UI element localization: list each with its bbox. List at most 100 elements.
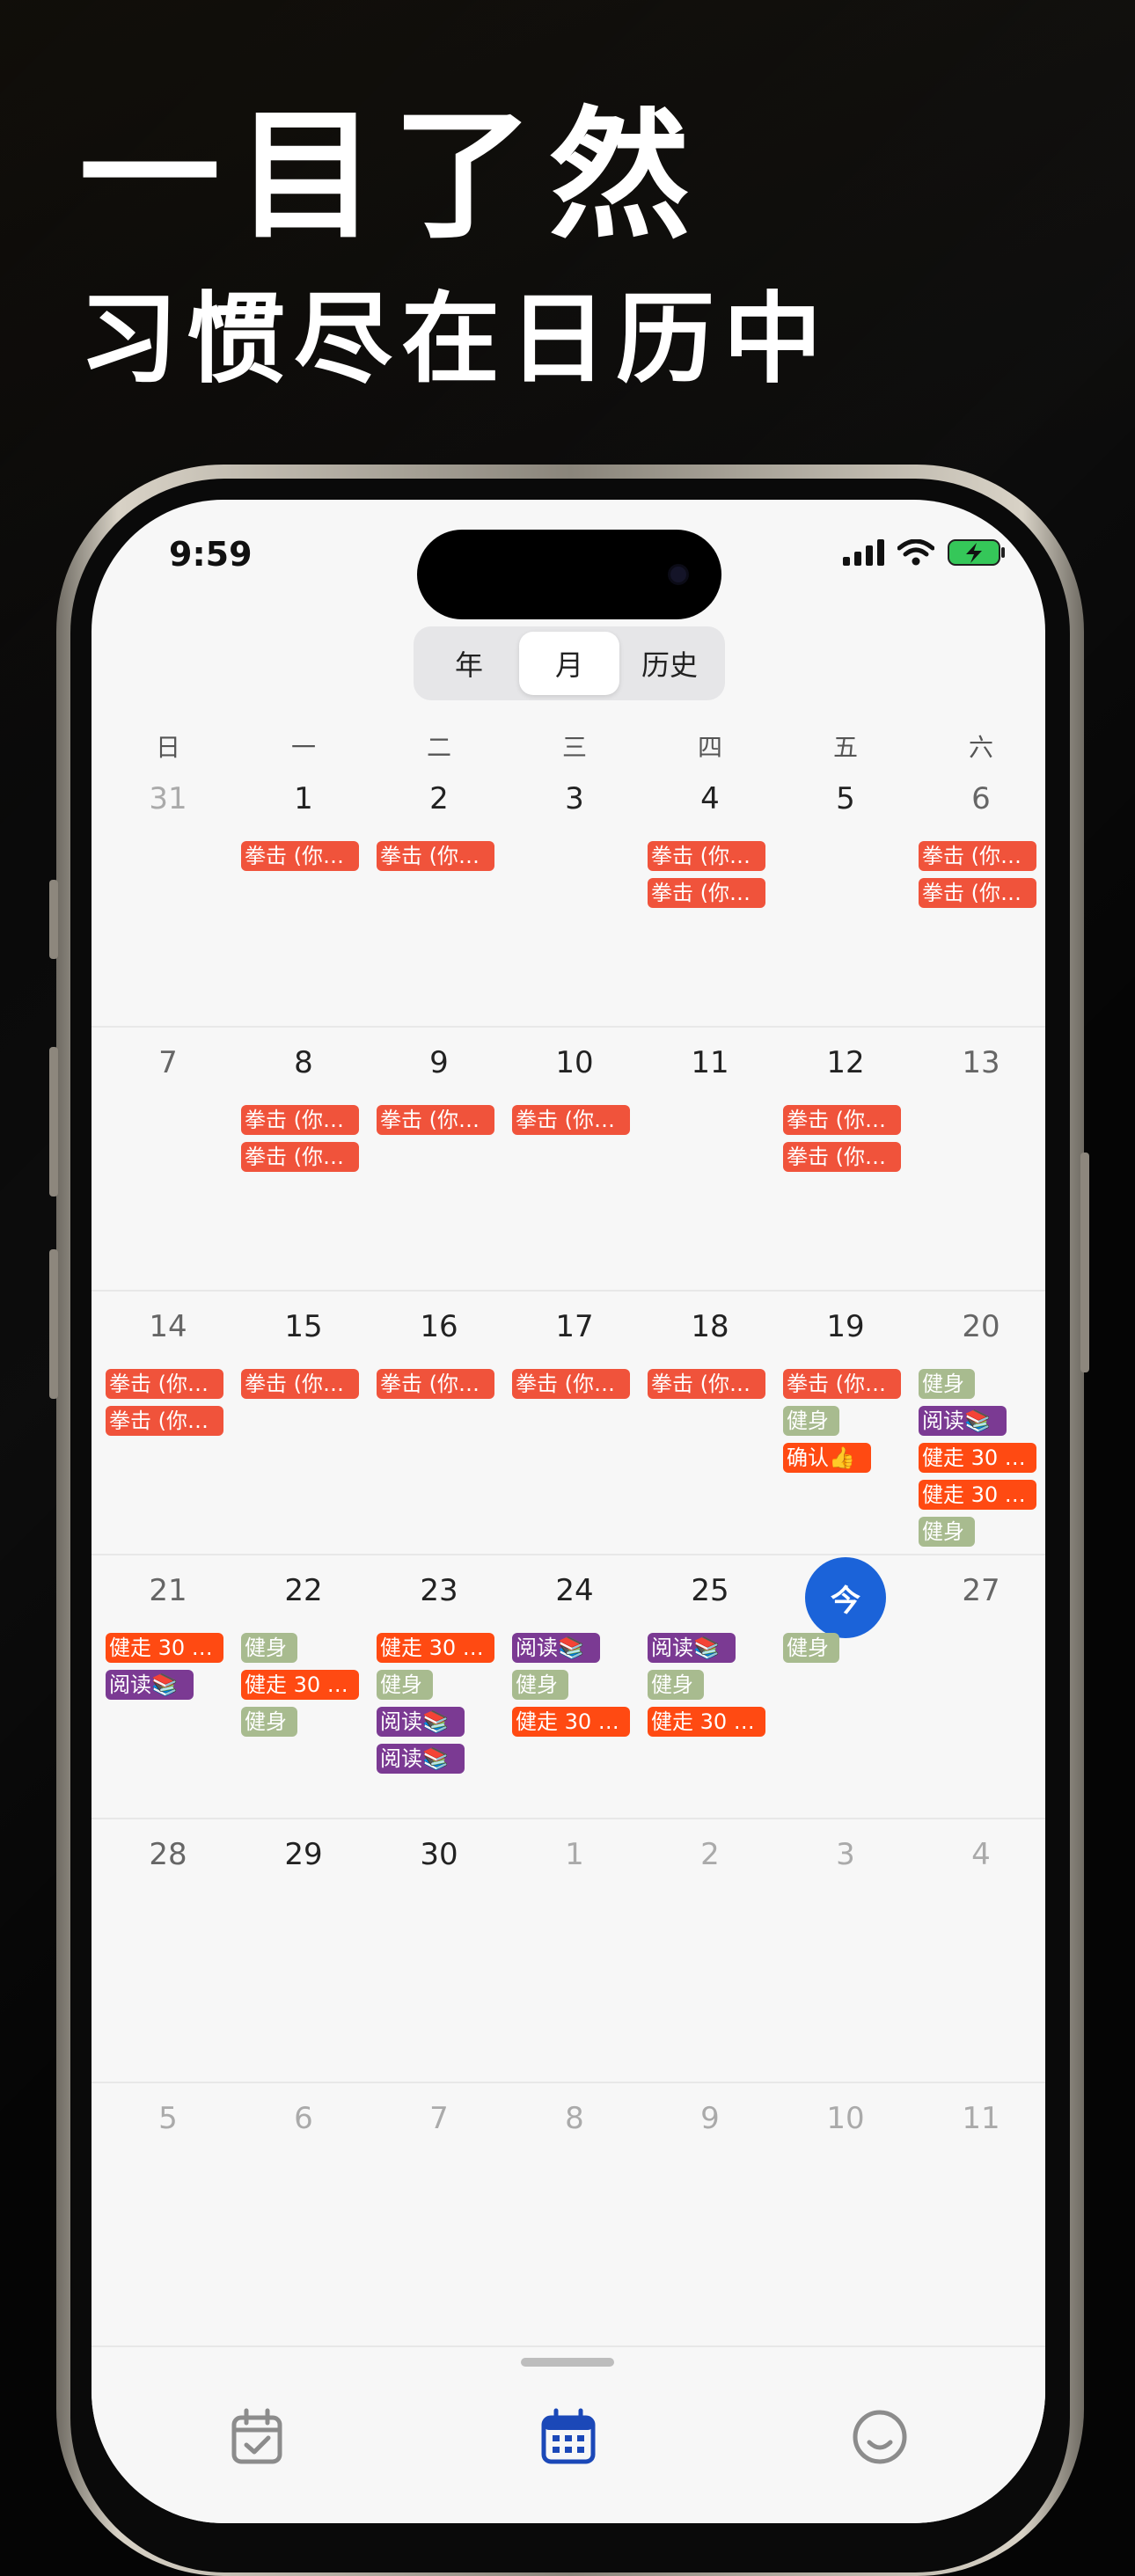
- status-icons: [843, 538, 1007, 567]
- habit-event-chip[interactable]: 拳击 (你…: [648, 878, 765, 908]
- habit-event-chip[interactable]: 阅读📚: [377, 1707, 465, 1737]
- habit-event-chip[interactable]: 拳击 (你…: [919, 841, 1036, 871]
- calendar-day-cell[interactable]: 9: [642, 2083, 778, 2347]
- habit-event-chip[interactable]: 拳击 (你…: [241, 841, 359, 871]
- segment-month[interactable]: 月: [519, 632, 619, 695]
- calendar-day-cell[interactable]: 9 拳击 (你…: [371, 1028, 507, 1292]
- calendar-day-cell[interactable]: 18 拳击 (你…: [642, 1292, 778, 1555]
- calendar-day-cell[interactable]: 31: [100, 764, 236, 1028]
- habit-event-chip[interactable]: 阅读📚: [512, 1633, 600, 1663]
- calendar-day-cell[interactable]: 3: [778, 1819, 913, 2083]
- calendar-day-cell[interactable]: 8 拳击 (你… 拳击 (你…: [236, 1028, 371, 1292]
- segment-history[interactable]: 历史: [619, 632, 720, 695]
- calendar-day-cell[interactable]: 15 拳击 (你…: [236, 1292, 371, 1555]
- habit-event-chip[interactable]: 拳击 (你…: [241, 1369, 359, 1399]
- calendar-day-cell[interactable]: 5: [100, 2083, 236, 2347]
- habit-event-chip[interactable]: 拳击 (你…: [783, 1369, 901, 1399]
- habit-event-chip[interactable]: 拳击 (你…: [377, 841, 494, 871]
- habit-event-chip[interactable]: 拳击 (你…: [377, 1369, 494, 1399]
- habit-event-chip[interactable]: 健身: [783, 1633, 839, 1663]
- calendar-day-cell[interactable]: 1 拳击 (你…: [236, 764, 371, 1028]
- habit-event-chip[interactable]: 阅读📚: [377, 1744, 465, 1774]
- calendar-day-cell[interactable]: 11: [642, 1028, 778, 1292]
- smiley-face-icon: [853, 2410, 907, 2464]
- habit-event-chip[interactable]: 阅读📚: [919, 1406, 1007, 1436]
- day-number: 19: [826, 1309, 865, 1344]
- calendar-day-cell[interactable]: 8: [507, 2083, 642, 2347]
- habit-event-chip[interactable]: 阅读📚: [648, 1633, 736, 1663]
- habit-event-chip[interactable]: 健身: [241, 1707, 297, 1737]
- habit-event-chip[interactable]: 健走 30 …: [106, 1633, 223, 1663]
- habit-event-chip[interactable]: 健走 30 …: [919, 1480, 1036, 1510]
- calendar-day-cell[interactable]: 2: [642, 1819, 778, 2083]
- habit-event-chip[interactable]: 健身: [919, 1369, 975, 1399]
- habit-event-chip[interactable]: 拳击 (你…: [919, 878, 1036, 908]
- calendar-day-cell[interactable]: 5: [778, 764, 913, 1028]
- calendar-day-cell[interactable]: 6 拳击 (你… 拳击 (你…: [913, 764, 1045, 1028]
- phone-side-button: [49, 880, 58, 959]
- habit-event-chip[interactable]: 拳击 (你…: [648, 1369, 765, 1399]
- calendar-day-cell[interactable]: 21 健走 30 … 阅读📚: [100, 1555, 236, 1819]
- habit-event-chip[interactable]: 健走 30 …: [377, 1633, 494, 1663]
- calendar-day-cell[interactable]: 25 阅读📚 健身 健走 30 …: [642, 1555, 778, 1819]
- day-number: 8: [565, 2101, 584, 2136]
- calendar-day-cell[interactable]: 2 拳击 (你…: [371, 764, 507, 1028]
- calendar-day-cell[interactable]: 7: [100, 1028, 236, 1292]
- calendar-day-cell[interactable]: 13: [913, 1028, 1045, 1292]
- habit-event-chip[interactable]: 拳击 (你…: [106, 1369, 223, 1399]
- calendar-day-cell[interactable]: 24 阅读📚 健身 健走 30 …: [507, 1555, 642, 1819]
- habit-event-chip[interactable]: 健走 30 …: [648, 1707, 765, 1737]
- calendar-day-cell[interactable]: 27: [913, 1555, 1045, 1819]
- calendar-day-cell[interactable]: 20 健身 阅读📚 健走 30 … 健走 30 … 健身: [913, 1292, 1045, 1555]
- habit-event-chip[interactable]: 健身: [512, 1670, 568, 1700]
- habit-event-chip[interactable]: 拳击 (你…: [241, 1142, 359, 1172]
- habit-event-chip[interactable]: 健身: [377, 1670, 433, 1700]
- habit-event-chip[interactable]: 拳击 (你…: [512, 1369, 630, 1399]
- promo-subline: 习惯尽在日历中: [79, 282, 831, 397]
- calendar-day-cell[interactable]: 10 拳击 (你…: [507, 1028, 642, 1292]
- calendar-day-cell[interactable]: 7: [371, 2083, 507, 2347]
- calendar-day-cell[interactable]: 17 拳击 (你…: [507, 1292, 642, 1555]
- habit-event-chip[interactable]: 健身: [648, 1670, 704, 1700]
- calendar-day-cell[interactable]: 30: [371, 1819, 507, 2083]
- habit-event-chip[interactable]: 阅读📚: [106, 1670, 194, 1700]
- calendar-day-cell[interactable]: 28: [100, 1819, 236, 2083]
- tab-calendar[interactable]: [537, 2405, 600, 2469]
- day-events: 健身 健走 30 … 健身: [241, 1633, 366, 1744]
- calendar-day-cell[interactable]: 1: [507, 1819, 642, 2083]
- day-number: 6: [971, 781, 991, 816]
- habit-event-chip[interactable]: 拳击 (你…: [648, 841, 765, 871]
- habit-event-chip[interactable]: 健身: [919, 1517, 975, 1547]
- calendar-day-cell[interactable]: 10: [778, 2083, 913, 2347]
- calendar-day-cell[interactable]: 6: [236, 2083, 371, 2347]
- calendar-day-cell[interactable]: 4 拳击 (你… 拳击 (你…: [642, 764, 778, 1028]
- habit-event-chip[interactable]: 拳击 (你…: [377, 1105, 494, 1135]
- habit-event-chip[interactable]: 健走 30 …: [241, 1670, 359, 1700]
- habit-event-chip[interactable]: 拳击 (你…: [106, 1406, 223, 1436]
- tab-checkin[interactable]: [225, 2405, 289, 2469]
- segment-year[interactable]: 年: [419, 632, 519, 695]
- calendar-day-cell[interactable]: 14 拳击 (你… 拳击 (你…: [100, 1292, 236, 1555]
- habit-event-chip[interactable]: 健身: [241, 1633, 297, 1663]
- habit-event-chip[interactable]: 拳击 (你…: [241, 1105, 359, 1135]
- calendar-day-cell[interactable]: 12 拳击 (你… 拳击 (你…: [778, 1028, 913, 1292]
- habit-event-chip[interactable]: 拳击 (你…: [783, 1105, 901, 1135]
- habit-event-chip[interactable]: 健身: [783, 1406, 839, 1436]
- calendar-day-cell[interactable]: 23 健走 30 … 健身 阅读📚 阅读📚: [371, 1555, 507, 1819]
- calendar-day-cell[interactable]: 22 健身 健走 30 … 健身: [236, 1555, 371, 1819]
- calendar-day-cell[interactable]: 3: [507, 764, 642, 1028]
- calendar-day-cell[interactable]: 11: [913, 2083, 1045, 2347]
- calendar-day-cell[interactable]: 16 拳击 (你…: [371, 1292, 507, 1555]
- habit-event-chip[interactable]: 拳击 (你…: [512, 1105, 630, 1135]
- day-events: 拳击 (你…: [648, 1369, 773, 1406]
- calendar-day-cell[interactable]: 19 拳击 (你… 健身确认👍: [778, 1292, 913, 1555]
- day-events: 拳击 (你… 拳击 (你…: [106, 1369, 231, 1443]
- habit-event-chip[interactable]: 健走 30 …: [512, 1707, 630, 1737]
- habit-event-chip[interactable]: 确认👍: [783, 1443, 871, 1473]
- habit-event-chip[interactable]: 健走 30 …: [919, 1443, 1036, 1473]
- habit-event-chip[interactable]: 拳击 (你…: [783, 1142, 901, 1172]
- calendar-day-cell[interactable]: 29: [236, 1819, 371, 2083]
- tab-profile[interactable]: [848, 2405, 912, 2469]
- calendar-day-cell[interactable]: 4: [913, 1819, 1045, 2083]
- calendar-day-cell[interactable]: 今健身: [778, 1555, 913, 1819]
